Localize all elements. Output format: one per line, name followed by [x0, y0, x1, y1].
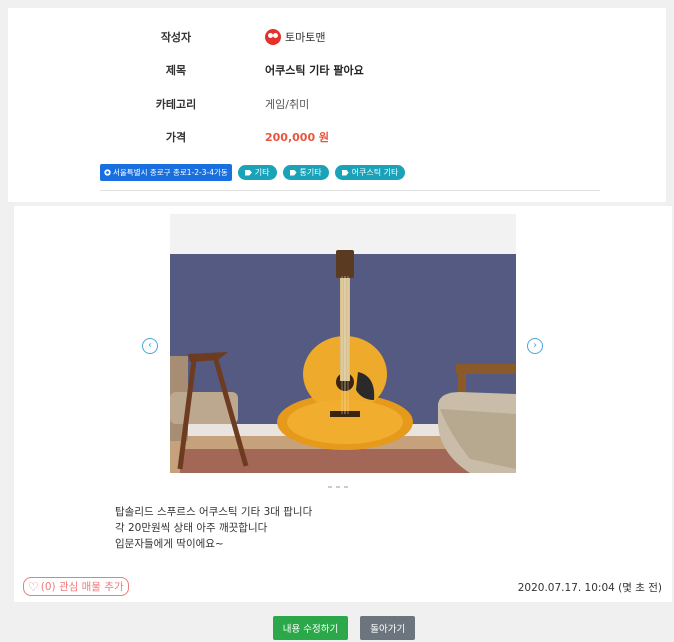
title-label: 제목	[165, 64, 187, 77]
post-content-card: ‹ › 탑솔리드 스푸르스 어쿠스틱 기타 3대 팝니다 각 20만원씩 상태 …	[14, 206, 672, 602]
post-title: 어쿠스틱 기타 팔아요	[265, 64, 364, 77]
like-button[interactable]: ♡ (0) 관심 매물 추가	[23, 577, 129, 596]
post-description: 탑솔리드 스푸르스 어쿠스틱 기타 3대 팝니다 각 20만원씩 상태 아주 깨…	[115, 504, 312, 552]
author-value: 토마토맨	[265, 29, 325, 45]
carousel-next-button[interactable]: ›	[527, 338, 543, 354]
action-buttons: 내용 수정하기 돌아가기	[0, 616, 674, 640]
carousel-indicator[interactable]	[328, 486, 332, 488]
author-name[interactable]: 토마토맨	[285, 29, 325, 45]
carousel-indicators	[328, 486, 348, 488]
category-label: 카테고리	[155, 98, 197, 111]
back-button[interactable]: 돌아가기	[360, 616, 416, 640]
carousel-indicator[interactable]	[336, 486, 340, 488]
location-icon	[104, 169, 111, 176]
price-label: 가격	[165, 131, 187, 144]
like-label: (0) 관심 매물 추가	[40, 581, 124, 593]
guitar-photo	[170, 214, 516, 473]
tag-icon	[289, 169, 297, 176]
carousel-image	[170, 214, 516, 473]
chevron-right-icon: ›	[533, 340, 537, 351]
carousel-prev-button[interactable]: ‹	[142, 338, 158, 354]
carousel-indicator[interactable]	[344, 486, 348, 488]
location-badge[interactable]: 서울특별시 종로구 종로1-2-3-4가동	[100, 164, 232, 181]
tag-item[interactable]: 기타	[237, 165, 277, 180]
avatar	[265, 29, 281, 45]
tag-item[interactable]: 어쿠스틱 기타	[334, 165, 406, 180]
chevron-left-icon: ‹	[148, 340, 152, 351]
heart-icon: ♡	[28, 579, 39, 594]
location-text: 서울특별시 종로구 종로1-2-3-4가동	[113, 168, 228, 177]
tag-icon	[244, 169, 252, 176]
price-value: 200,000 원	[265, 131, 330, 144]
post-info-card: 작성자 토마토맨 제목 어쿠스틱 기타 팔아요 카테고리 게임/취미 가격 20…	[8, 8, 666, 202]
category-value: 게임/취미	[265, 98, 310, 111]
author-label: 작성자	[160, 31, 192, 44]
tag-item[interactable]: 통기타	[282, 165, 329, 180]
tag-list: 서울특별시 종로구 종로1-2-3-4가동 기타 통기타 어쿠스틱 기타	[100, 164, 406, 181]
description-line: 탑솔리드 스푸르스 어쿠스틱 기타 3대 팝니다	[115, 506, 313, 518]
tag-icon	[341, 169, 349, 176]
description-line: 각 20만원씩 상태 아주 깨끗합니다	[115, 522, 268, 534]
edit-button[interactable]: 내용 수정하기	[272, 616, 349, 640]
post-date: 2020.07.17. 10:04 (몇 초 전)	[517, 582, 662, 594]
divider	[100, 190, 600, 191]
description-line: 입문자들에게 딱이에요~	[115, 538, 224, 550]
